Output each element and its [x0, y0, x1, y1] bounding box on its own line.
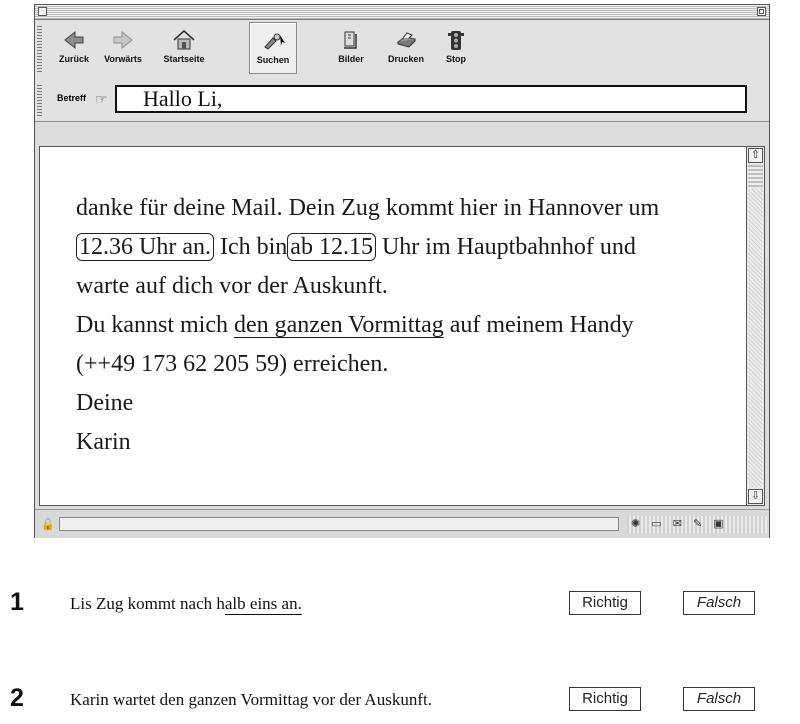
subject-grip-icon[interactable] [37, 85, 42, 117]
message-line-4: Du kannst mich den ganzen Vormittag auf … [76, 306, 736, 345]
item-statement-underlined: alb eins an. [224, 594, 302, 613]
stop-icon [448, 31, 464, 50]
status-field [59, 517, 619, 531]
falsch-option[interactable]: Falsch [683, 591, 755, 615]
toolbar-grip-icon[interactable] [37, 26, 42, 74]
falsch-option[interactable]: Falsch [683, 687, 755, 711]
item-number: 2 [10, 684, 24, 712]
message-line-4-start: Du kannst mich [76, 312, 234, 338]
message-line-2-end: Uhr im Hauptbahnhof und [375, 234, 636, 260]
message-line-7: Karin [76, 429, 131, 455]
close-box-icon[interactable] [38, 7, 47, 16]
boxed-arrival-time: 12.36 Uhr an. [76, 233, 214, 261]
search-button[interactable]: Suchen [249, 22, 297, 74]
toolbar: Zurück Vorwärts Startseite Suchen Bilder… [35, 20, 769, 82]
scroll-up-icon[interactable]: ⇧ [748, 148, 763, 163]
home-button-label: Startseite [163, 54, 205, 64]
scroll-down-icon[interactable]: ⇩ [748, 489, 763, 504]
vertical-scrollbar[interactable]: ⇧ ⇩ [746, 146, 765, 506]
back-button-label: Zurück [58, 54, 89, 64]
scroll-thumb[interactable] [748, 165, 763, 187]
status-tray-icons[interactable]: ✺ ▭ ✉ ✎ ▣ [627, 516, 767, 533]
print-button-label: Drucken [387, 54, 424, 64]
item-statement: Lis Zug kommt nach halb eins an. [70, 594, 302, 614]
home-icon [173, 29, 195, 50]
back-arrow-icon [64, 30, 84, 50]
search-button-label: Suchen [256, 55, 290, 65]
print-icon [396, 32, 417, 48]
subject-label: Betreff [57, 93, 87, 103]
message-line-5: (++49 173 62 205 59) erreichen. [76, 351, 389, 377]
message-text: danke für deine Mail. Dein Zug kommt hie… [76, 189, 736, 462]
stop-button[interactable]: Stop [439, 22, 473, 74]
message-body[interactable]: danke für deine Mail. Dein Zug kommt hie… [39, 146, 747, 506]
boxed-wait-time: ab 12.15 [287, 233, 376, 261]
images-button[interactable]: Bilder [333, 22, 369, 74]
message-line-4-end: auf meinem Handy [443, 312, 634, 338]
subject-input[interactable] [115, 85, 747, 113]
browser-window: Zurück Vorwärts Startseite Suchen Bilder… [34, 4, 770, 538]
richtig-option[interactable]: Richtig [569, 591, 641, 615]
stop-button-label: Stop [446, 54, 466, 64]
item-statement-start: Lis Zug kommt nach h [70, 594, 225, 613]
subject-hand-icon: ☞ [95, 91, 108, 107]
forward-button[interactable]: Vorwärts [101, 22, 145, 74]
images-icon [344, 31, 357, 49]
item-number: 1 [10, 588, 24, 616]
message-line-6: Deine [76, 390, 134, 416]
richtig-option[interactable]: Richtig [569, 687, 641, 711]
message-line-3: warte auf dich vor der Auskunft. [76, 273, 388, 299]
subject-row: Betreff ☞ [35, 81, 769, 122]
message-line-2: 12.36 Uhr an. Ich bin ab 12.15 Uhr im Hau… [76, 228, 736, 267]
exercise-item-2: 2 Karin wartet den ganzen Vormittag vor … [0, 684, 800, 724]
images-button-label: Bilder [338, 54, 364, 64]
title-bar [35, 5, 769, 20]
exercise-item-1: 1 Lis Zug kommt nach halb eins an. Richt… [0, 588, 800, 628]
underlined-phrase: den ganzen Vormittag [233, 312, 444, 338]
scroll-track[interactable] [748, 189, 763, 487]
message-line-2-mid: Ich bin [213, 234, 288, 260]
print-button[interactable]: Drucken [383, 22, 429, 74]
message-line-1: danke für deine Mail. Dein Zug kommt hie… [76, 195, 660, 221]
item-statement-start: Karin wartet den ganzen Vormittag vor de… [70, 690, 432, 709]
forward-arrow-icon [113, 30, 133, 50]
home-button[interactable]: Startseite [159, 22, 209, 74]
back-button[interactable]: Zurück [57, 22, 91, 74]
search-icon [264, 33, 285, 50]
item-statement: Karin wartet den ganzen Vormittag vor de… [70, 690, 432, 710]
lock-icon[interactable]: 🔓 [41, 518, 55, 531]
zoom-box-icon[interactable] [757, 7, 766, 16]
forward-button-label: Vorwärts [104, 54, 142, 64]
status-bar: 🔓 ✺ ▭ ✉ ✎ ▣ [35, 509, 769, 538]
